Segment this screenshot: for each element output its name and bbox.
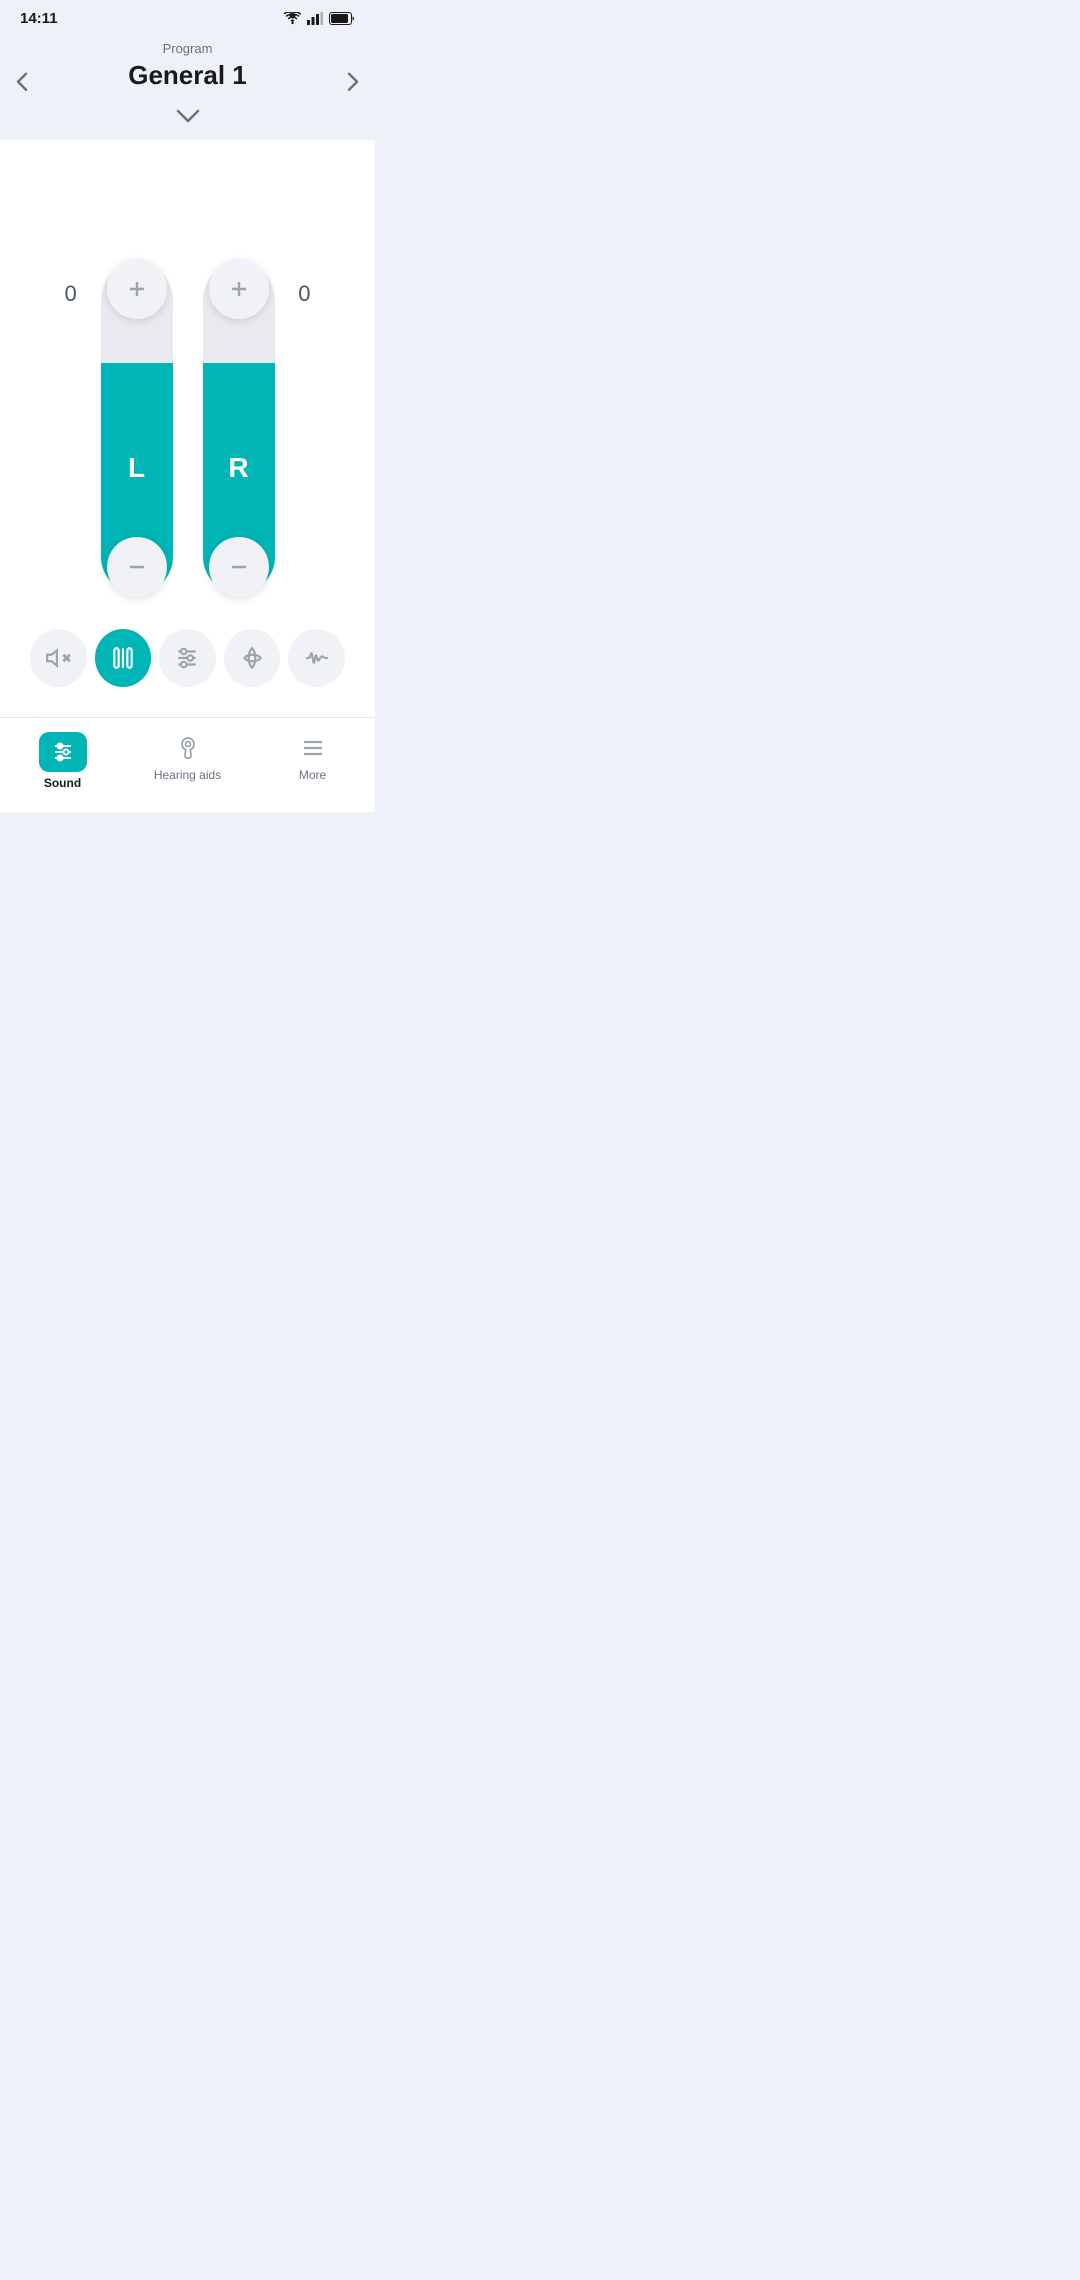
status-time: 14:11 — [20, 10, 58, 27]
prev-program-button[interactable] — [8, 64, 36, 106]
program-name: General 1 — [60, 60, 315, 91]
signal-icon — [307, 12, 323, 25]
nav-sound-button[interactable]: Sound — [0, 726, 125, 796]
more-nav-label: More — [299, 768, 326, 782]
sound-nav-icon — [39, 732, 87, 772]
left-slider-label: L — [128, 452, 145, 484]
left-slider-wrapper: 0 L — [101, 263, 173, 593]
left-slider-value: 0 — [65, 281, 77, 307]
bottom-nav: Sound Hearing aids More — [0, 717, 375, 812]
right-slider-wrapper: 0 R — [203, 263, 275, 593]
nav-hearing-aids-button[interactable]: Hearing aids — [125, 726, 250, 796]
next-program-button[interactable] — [339, 64, 367, 106]
expand-chevron[interactable] — [0, 103, 375, 140]
quick-controls — [20, 613, 355, 697]
right-volume-down-button[interactable] — [209, 537, 269, 597]
nav-more-button[interactable]: More — [250, 726, 375, 796]
program-label: Program — [60, 41, 315, 56]
right-volume-up-button[interactable] — [209, 259, 269, 319]
noise-reduction-button[interactable] — [288, 629, 345, 687]
left-volume-down-button[interactable] — [107, 537, 167, 597]
hearing-aids-nav-label: Hearing aids — [154, 768, 221, 782]
sound-nav-label: Sound — [44, 776, 81, 790]
equalizer-button[interactable] — [159, 629, 216, 687]
wifi-icon — [284, 12, 301, 25]
status-bar: 14:11 — [0, 0, 375, 33]
right-slider-value: 0 — [298, 281, 310, 307]
directional-button[interactable] — [224, 629, 281, 687]
left-volume-up-button[interactable] — [107, 259, 167, 319]
balance-button[interactable] — [95, 629, 152, 687]
header: Program General 1 — [0, 33, 375, 103]
sliders-container: 0 L 0 — [20, 170, 355, 613]
main-content: 0 L 0 — [0, 140, 375, 717]
battery-icon — [329, 12, 355, 25]
hearing-aids-nav-icon — [172, 732, 204, 764]
status-icons — [284, 12, 355, 25]
right-slider-label: R — [228, 452, 248, 484]
mute-button[interactable] — [30, 629, 87, 687]
more-nav-icon — [297, 732, 329, 764]
